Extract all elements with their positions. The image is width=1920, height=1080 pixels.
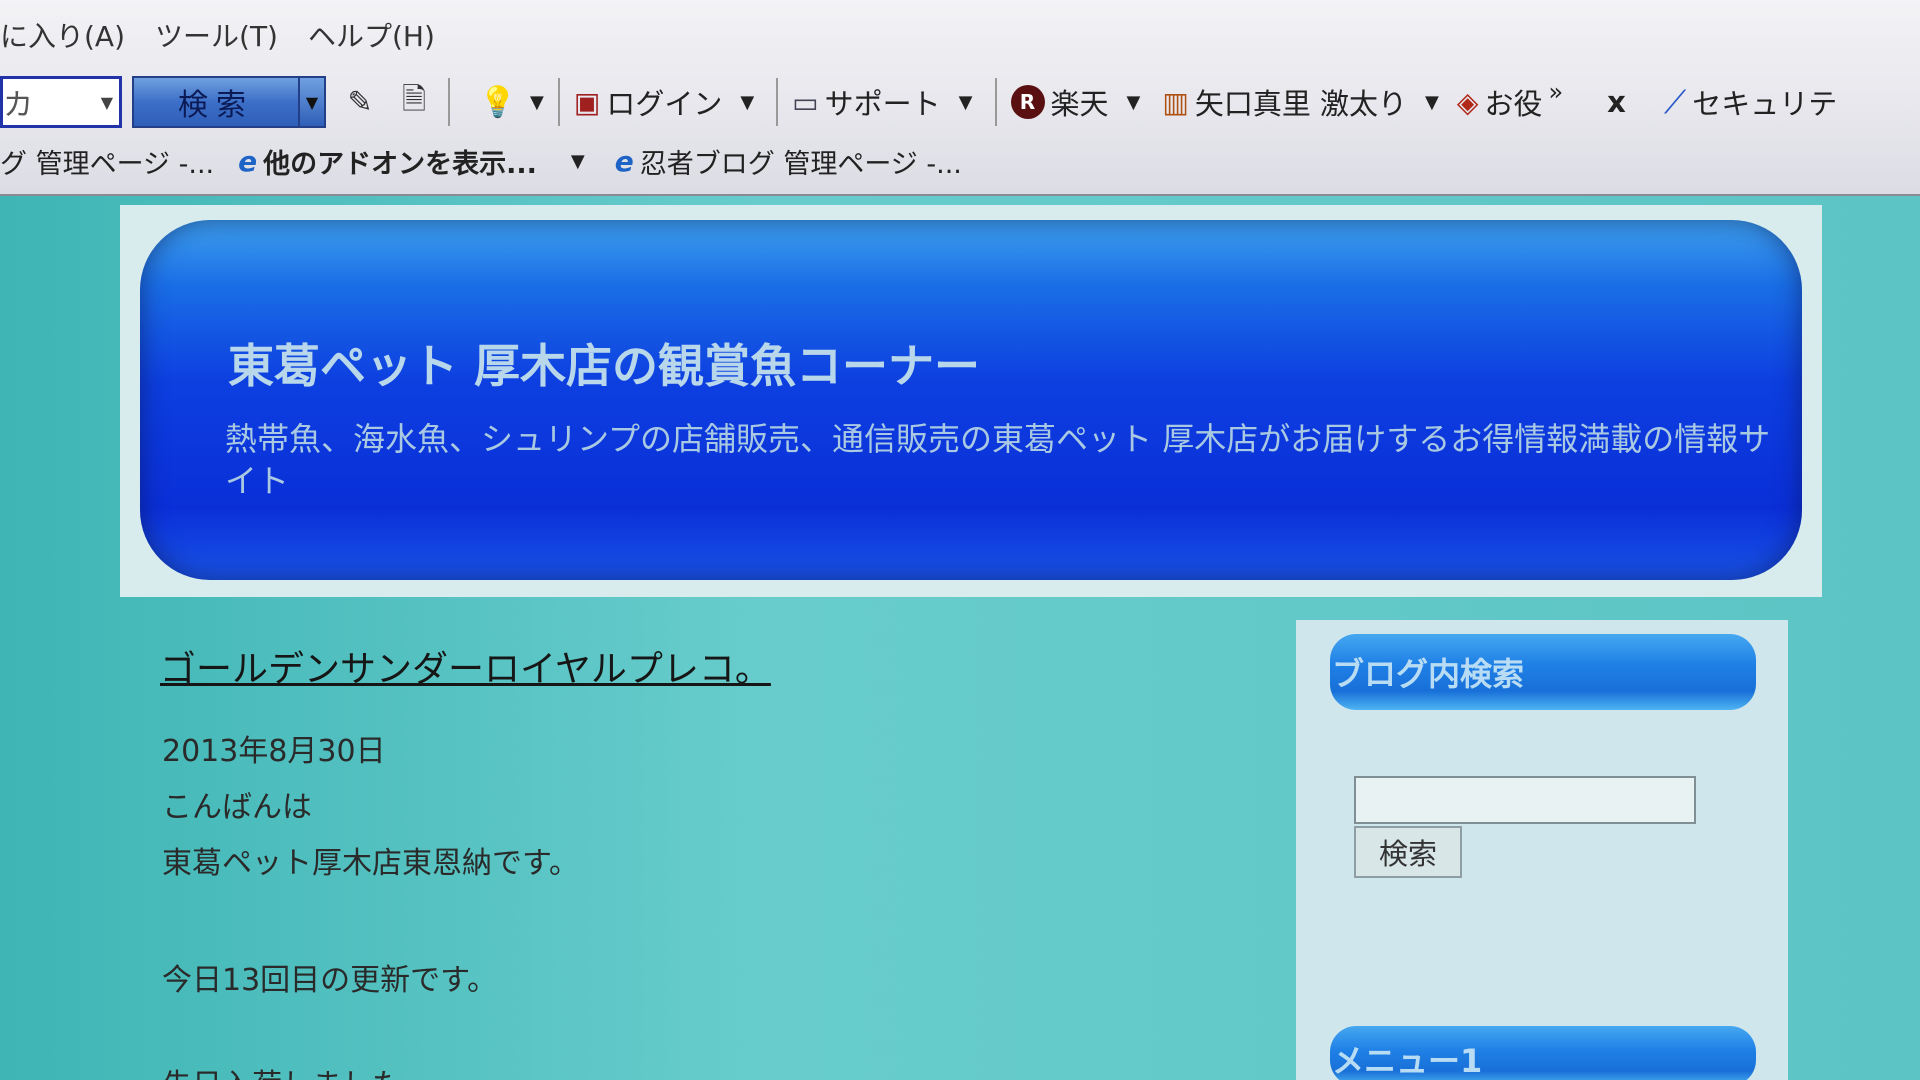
chevron-down-icon[interactable]: ▼ — [740, 92, 754, 113]
rakuten-label: 楽天 — [1050, 87, 1109, 121]
otoku-button[interactable]: ◈ お役 » — [1456, 78, 1563, 123]
post-date: 2013年8月30日 — [162, 734, 386, 769]
header-banner — [140, 220, 1802, 580]
menu-bar: に入り(A) ツール(T) ヘルプ(H) — [0, 0, 1920, 70]
sidebar-menu-heading: メニュー1 — [1330, 1026, 1756, 1080]
security-label: セキュリテ — [1692, 87, 1838, 121]
search-button-label: 検索 — [178, 88, 254, 123]
menu-favorites[interactable]: に入り(A) — [0, 15, 125, 55]
link-addons[interactable]: 他のアドオンを表示... — [263, 142, 537, 181]
support-label: サポート — [824, 87, 941, 121]
chevron-down-icon[interactable]: ▼ — [1425, 92, 1439, 113]
building-icon: ▥ — [1162, 85, 1189, 119]
ie-page-icon: e — [614, 144, 634, 178]
toolbar-search-button[interactable]: 検索 — [132, 76, 300, 128]
page-icon[interactable]: 🗎 — [394, 82, 434, 122]
site-description: 熱帯魚、海水魚、シュリンプの店舗販売、通信販売の東葛ペット 厚木店がお届けするお… — [225, 420, 1771, 500]
rakuten-icon: R — [1010, 85, 1045, 119]
more-chevron-icon[interactable]: » — [1548, 78, 1563, 106]
link-ninja-admin[interactable]: 忍者ブログ 管理ページ -... — [640, 142, 962, 181]
link-admin-partial[interactable]: グ 管理ページ -... — [0, 142, 214, 181]
close-label: x — [1607, 85, 1626, 119]
bookmark-label: 矢口真里 激太り — [1194, 87, 1408, 121]
sidebar-menu-heading-label: メニュー1 — [1332, 1042, 1483, 1080]
security-button[interactable]: ⟋ セキュリテ — [1664, 81, 1837, 123]
site-title[interactable]: 東葛ペット 厚木店の観賞魚コーナー — [228, 330, 980, 396]
monitor-icon: ▭ — [792, 85, 819, 119]
rakuten-button[interactable]: R 楽天 ▼ — [1010, 81, 1141, 123]
chevron-down-icon[interactable]: ▼ — [530, 92, 544, 113]
toolbar-separator — [448, 78, 450, 126]
toolbar-separator — [557, 78, 560, 126]
post-line: こんばんは — [162, 790, 312, 825]
lightbulb-icon[interactable]: 💡 — [478, 82, 518, 122]
post-title[interactable]: ゴールデンサンダーロイヤルプレコ。 — [160, 640, 771, 692]
pen-icon: ⟋ — [1663, 82, 1687, 121]
box-icon: ◈ — [1456, 85, 1479, 119]
close-toolbar-button[interactable]: x — [1607, 85, 1626, 119]
toolbar-separator — [994, 78, 997, 126]
chevron-down-icon[interactable]: ▼ — [1127, 92, 1141, 113]
chevron-down-icon[interactable]: ▼ — [101, 93, 113, 112]
post-line: 東葛ペット厚木店東恩納です。 — [162, 846, 579, 881]
blog-search-input[interactable] — [1354, 776, 1696, 824]
chevron-down-icon[interactable]: ▼ — [571, 151, 585, 172]
chevron-down-icon[interactable]: ▼ — [959, 92, 973, 113]
login-button[interactable]: ▣ ログイン ▼ — [574, 81, 754, 123]
highlighter-icon[interactable]: ✎ — [340, 82, 380, 122]
toolbar-search-input[interactable]: カ ▼ — [0, 76, 122, 128]
menu-tools[interactable]: ツール(T) — [155, 15, 278, 55]
support-button[interactable]: ▭ サポート ▼ — [792, 81, 972, 123]
sidebar-search-heading: ブログ内検索 — [1330, 634, 1756, 710]
bookmark-button[interactable]: ▥ 矢口真里 激太り ▼ — [1162, 81, 1439, 123]
otoku-label: お役 — [1484, 87, 1543, 121]
toolbar-separator — [776, 78, 779, 126]
toolbar: カ ▼ 検索 ▼ ✎ 🗎 💡 ▼ ▣ ログイン ▼ ▭ サポート ▼ R 楽天 … — [0, 70, 1920, 134]
links-bar: グ 管理ページ -... e 他のアドオンを表示... ▼ e 忍者ブログ 管理… — [0, 136, 1920, 186]
toolbar-search-text: カ — [3, 88, 33, 123]
sidebar-search-heading-label: ブログ内検索 — [1332, 655, 1525, 693]
ie-page-icon: e — [238, 144, 258, 178]
login-label: ログイン — [606, 87, 723, 121]
menu-help[interactable]: ヘルプ(H) — [308, 15, 435, 55]
browser-chrome: に入り(A) ツール(T) ヘルプ(H) カ ▼ 検索 ▼ ✎ 🗎 💡 ▼ ▣ … — [0, 0, 1920, 196]
blog-search-button-label: 検索 — [1378, 837, 1437, 871]
search-dropdown-button[interactable]: ▼ — [300, 76, 326, 128]
post-line: 今日13回目の更新です。 — [162, 963, 498, 998]
login-icon: ▣ — [573, 85, 601, 119]
blog-search-button[interactable]: 検索 — [1354, 826, 1462, 878]
post-line: 先日入荷しました — [162, 1060, 402, 1080]
